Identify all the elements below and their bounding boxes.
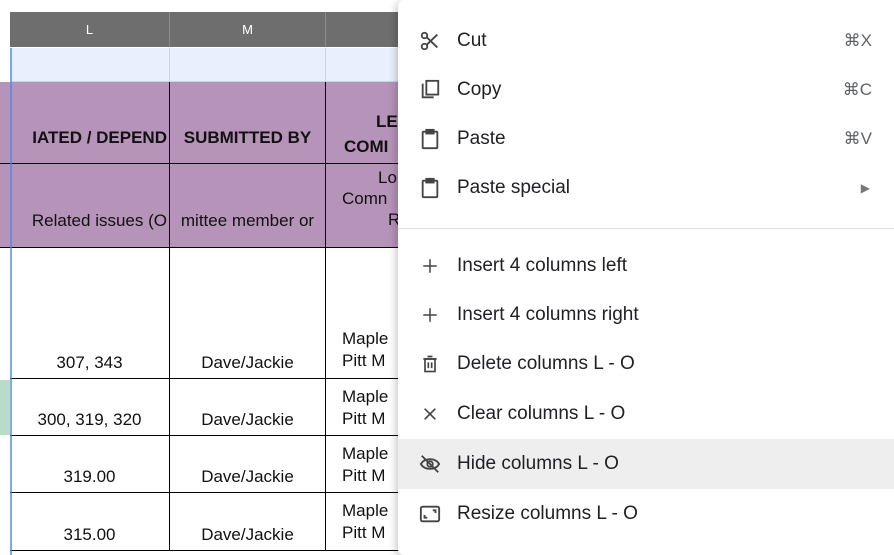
subheader-submitted[interactable]: mittee member or [170,164,326,248]
copy-label: Copy [457,79,502,100]
table-cell[interactable]: 307, 343 [10,248,170,379]
delete-columns-label: Delete columns L - O [457,353,635,374]
scissors-icon [418,29,442,53]
menu-item-paste[interactable]: Paste ⌘V [398,114,894,164]
column-header-l[interactable]: L [10,12,170,47]
clipboard-icon [418,176,442,200]
column-header-m[interactable]: M [170,12,326,47]
cut-label: Cut [457,30,487,51]
empty-cell[interactable] [10,48,170,82]
insert-right-label: Insert 4 columns right [457,304,639,325]
cut-shortcut: ⌘X [843,31,872,50]
eye-off-icon [418,452,442,476]
submenu-arrow-icon: ▶ [860,181,870,195]
row-marker [0,380,10,435]
copy-icon [418,78,442,102]
table-cell[interactable]: Dave/Jackie [170,436,326,493]
subheader-related[interactable]: Related issues (O [0,164,170,248]
menu-item-clear-columns[interactable]: Clear columns L - O [398,389,894,439]
column-m-label: M [242,22,253,37]
menu-item-hide-columns[interactable]: Hide columns L - O [398,439,894,489]
selection-edge [10,48,12,555]
menu-separator [398,228,894,229]
menu-item-cut[interactable]: Cut ⌘X [398,16,894,66]
table-cell[interactable]: 315.00 [10,493,170,551]
column-l-label: L [85,22,94,37]
table-cell[interactable]: 300, 319, 320 [10,379,170,436]
paste-label: Paste [457,128,506,149]
plus-icon [418,254,442,278]
table-cell[interactable]: Dave/Jackie [170,379,326,436]
menu-item-paste-special[interactable]: Paste special ▶ [398,163,894,213]
paste-special-label: Paste special [457,177,571,198]
menu-item-copy[interactable]: Copy ⌘C [398,65,894,115]
clear-columns-label: Clear columns L - O [457,403,626,424]
menu-item-insert-right[interactable]: Insert 4 columns right [398,290,894,340]
trash-icon [418,352,442,376]
copy-shortcut: ⌘C [842,80,872,99]
header-submitted-by[interactable]: SUBMITTED BY [170,82,326,164]
empty-cell[interactable] [170,48,326,82]
resize-columns-label: Resize columns L - O [457,503,638,524]
menu-item-insert-left[interactable]: Insert 4 columns left [398,241,894,291]
clipboard-icon [418,127,442,151]
hide-columns-label: Hide columns L - O [457,453,619,474]
resize-icon [418,502,442,526]
menu-item-resize-columns[interactable]: Resize columns L - O [398,489,894,539]
close-icon [418,402,442,426]
table-cell[interactable]: Dave/Jackie [170,493,326,551]
paste-shortcut: ⌘V [843,129,872,148]
spreadsheet-grid: L M IATED / DEPEND SUBMITTED BY LE COMI … [0,0,420,555]
menu-item-delete-columns[interactable]: Delete columns L - O [398,339,894,389]
insert-left-label: Insert 4 columns left [457,255,628,276]
context-menu: Cut ⌘X Copy ⌘C Paste ⌘V Paste special ▶ … [398,0,894,555]
table-cell[interactable]: Dave/Jackie [170,248,326,379]
header-related[interactable]: IATED / DEPEND [0,82,170,164]
plus-icon [418,303,442,327]
table-cell[interactable]: 319.00 [10,436,170,493]
